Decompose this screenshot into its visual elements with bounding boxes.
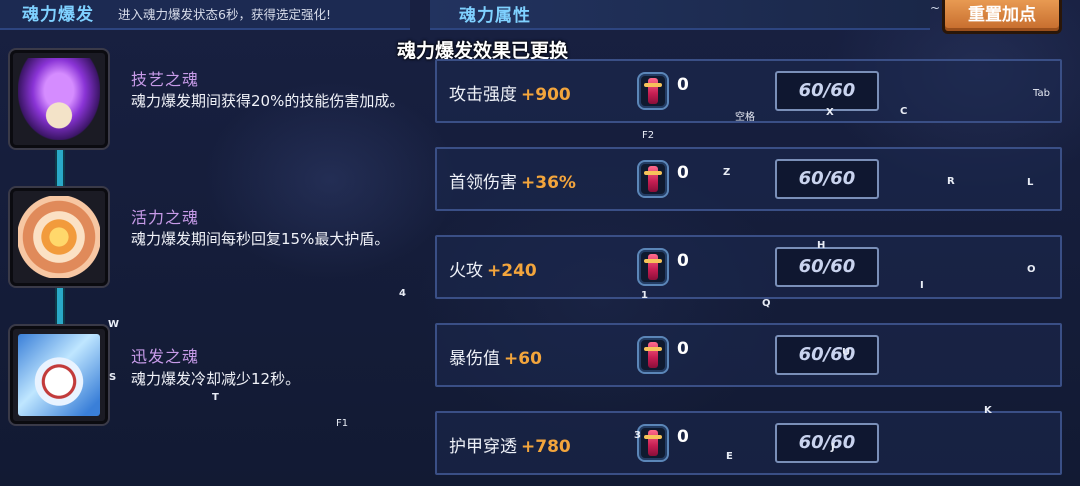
attribute-level: 60/60 [775, 159, 879, 199]
attribute-level: 60/60 [775, 423, 879, 463]
soul-name: 活力之魂 [131, 208, 200, 227]
key-hint: L [1027, 177, 1034, 188]
soul-option-vitality[interactable] [10, 188, 108, 286]
attribute-title: 魂力属性 [459, 6, 531, 26]
golden-shield-icon [18, 196, 100, 278]
attribute-level: 60/60 [775, 71, 879, 111]
attribute-row[interactable]: 火攻 +240 0 60/60 [435, 235, 1062, 299]
soul-description: 魂力爆发期间每秒回复15%最大护盾。 [131, 230, 390, 248]
attribute-label: 攻击强度 +900 [449, 85, 571, 105]
key-hint: 空格 [735, 112, 755, 123]
key-hint: H [817, 240, 826, 251]
tilde-key-hint: ~ [930, 1, 941, 15]
attribute-level: 60/60 [775, 335, 879, 375]
key-hint: U [842, 347, 851, 358]
attribute-label: 暴伤值 +60 [449, 349, 542, 369]
attribute-label: 首领伤害 +36% [449, 173, 576, 193]
section-title: 魂力爆发 [22, 5, 94, 25]
key-hint: K [984, 405, 992, 416]
key-hint: E [726, 451, 733, 462]
soul-connector [55, 150, 65, 190]
gem-count: 0 [677, 427, 689, 447]
section-description: 进入魂力爆发状态6秒，获得选定强化! [118, 7, 331, 22]
attribute-bonus: +60 [504, 349, 542, 369]
soul-gem-icon [637, 160, 669, 198]
key-hint: F1 [336, 418, 349, 429]
key-hint: C [900, 106, 908, 117]
gem-count: 0 [677, 163, 689, 183]
key-hint: I [920, 280, 924, 291]
gem-count: 0 [677, 339, 689, 359]
attribute-bonus: +780 [521, 437, 571, 457]
attribute-bonus: +36% [521, 173, 576, 193]
attribute-bonus: +900 [521, 85, 571, 105]
soul-name: 迅发之魂 [131, 347, 200, 366]
soul-gem-icon [637, 424, 669, 462]
attribute-bonus: +240 [487, 261, 537, 281]
gem-count: 0 [677, 251, 689, 271]
soul-connector [55, 288, 65, 328]
key-hint: Z [723, 167, 731, 178]
soul-gem-icon [637, 72, 669, 110]
key-hint: R [947, 176, 955, 187]
key-hint: 1 [641, 290, 648, 301]
attribute-row[interactable]: 暴伤值 +60 0 60/60 [435, 323, 1062, 387]
key-hint: S [109, 372, 117, 383]
key-hint: Q [762, 298, 771, 309]
soul-burst-header: 魂力爆发 进入魂力爆发状态6秒，获得选定强化! [0, 0, 410, 30]
key-hint: O [1027, 264, 1036, 275]
soul-gem-icon [637, 336, 669, 374]
key-hint: T [212, 392, 219, 403]
key-hint: F2 [642, 130, 655, 141]
clock-icon [18, 334, 100, 416]
key-hint: Tab [1033, 88, 1050, 99]
soul-description: 魂力爆发期间获得20%的技能伤害加成。 [131, 92, 405, 110]
attribute-label: 护甲穿透 +780 [449, 437, 571, 457]
key-hint: X [826, 107, 834, 118]
key-hint: J [831, 442, 835, 453]
attribute-row[interactable]: 护甲穿透 +780 0 60/60 [435, 411, 1062, 475]
soul-gem-icon [637, 248, 669, 286]
gem-count: 0 [677, 75, 689, 95]
soul-option-skill[interactable] [10, 50, 108, 148]
soul-description: 魂力爆发冷却减少12秒。 [131, 370, 301, 388]
key-hint: W [108, 319, 120, 330]
attribute-level: 60/60 [775, 247, 879, 287]
attribute-row[interactable]: 首领伤害 +36% 0 60/60 [435, 147, 1062, 211]
soul-option-swift[interactable] [10, 326, 108, 424]
purple-flame-bowl-icon [18, 58, 100, 140]
key-hint: 4 [399, 288, 406, 299]
attribute-label: 火攻 +240 [449, 261, 537, 281]
soul-name: 技艺之魂 [131, 70, 200, 89]
key-hint: 3 [634, 430, 641, 441]
reset-points-button[interactable]: 重置加点 [942, 0, 1062, 34]
